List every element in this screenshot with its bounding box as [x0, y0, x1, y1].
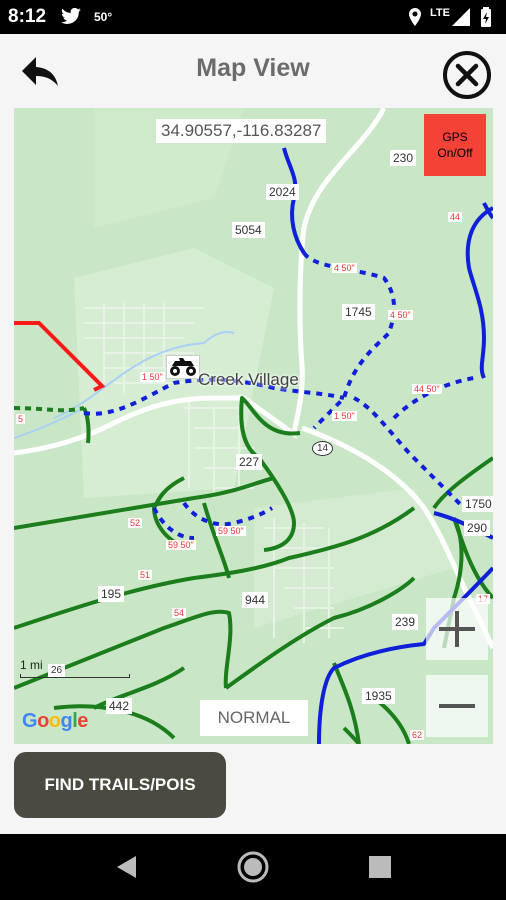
route-label: 5054 [232, 222, 265, 238]
trail-label: 59 50" [216, 526, 246, 536]
highway-shield: 14 [312, 441, 334, 456]
place-name: Creek Village [198, 370, 299, 389]
scale-bar [20, 674, 130, 678]
status-time: 8:12 [8, 6, 47, 27]
route-label: 290 [464, 520, 491, 536]
scale-label: 1 mi [20, 658, 43, 672]
signal-icon [452, 8, 470, 26]
twitter-icon [61, 8, 81, 24]
trail-label: 51 [138, 570, 153, 580]
map-canvas[interactable] [14, 108, 493, 744]
route-label: 1745 [342, 304, 375, 320]
zoom-in-button[interactable] [426, 598, 488, 660]
app-bar: Map View [0, 34, 506, 108]
map-view[interactable]: 34.90557,-116.83287 GPS On/Off 230 2024 … [14, 108, 493, 744]
trail-label: 1 50" [332, 411, 357, 421]
route-label: 2024 [266, 184, 299, 200]
nav-home-icon[interactable] [236, 850, 270, 884]
google-attribution: Google [22, 710, 88, 732]
gps-toggle-button[interactable]: GPS On/Off [424, 114, 486, 176]
route-label: 1750 [462, 496, 493, 512]
route-label: 1935 [362, 688, 395, 704]
close-circle-icon[interactable] [442, 50, 492, 100]
trail-label: 4 50" [388, 310, 413, 320]
trail-label: 44 [448, 212, 463, 222]
zoom-in-icon [439, 611, 475, 647]
status-bar: 8:12 50° LTE [0, 0, 506, 34]
nav-back-icon[interactable] [114, 854, 138, 880]
route-label: 442 [106, 698, 133, 714]
nav-recents-icon[interactable] [369, 856, 391, 878]
route-label: 195 [98, 586, 125, 602]
trail-label: 54 [172, 608, 187, 618]
route-label: 230 [390, 150, 417, 166]
trail-label: 44 50" [412, 384, 442, 394]
map-type-button[interactable]: NORMAL [200, 700, 308, 736]
coordinate-readout: 34.90557,-116.83287 [156, 119, 327, 143]
route-label: 239 [392, 614, 419, 630]
route-label: 227 [236, 454, 263, 470]
trail-label: 59 50" [166, 540, 196, 550]
status-network: LTE [430, 7, 450, 19]
status-temperature: 50° [94, 10, 113, 24]
battery-icon [481, 7, 491, 27]
atv-marker-icon[interactable] [166, 355, 200, 379]
location-icon [409, 8, 421, 26]
page-title: Map View [196, 54, 310, 82]
navigation-bar [0, 834, 506, 900]
zoom-out-button[interactable] [426, 675, 488, 737]
route-label: 944 [242, 592, 269, 608]
trail-label: 1 50" [140, 372, 165, 382]
trail-label: 62 [410, 730, 425, 740]
trail-label: 4 50" [332, 263, 357, 273]
zoom-out-icon [439, 704, 475, 708]
trail-label: 5 [16, 414, 26, 424]
find-trails-button[interactable]: FIND TRAILS/POIS [14, 752, 226, 818]
trail-label: 52 [128, 518, 143, 528]
